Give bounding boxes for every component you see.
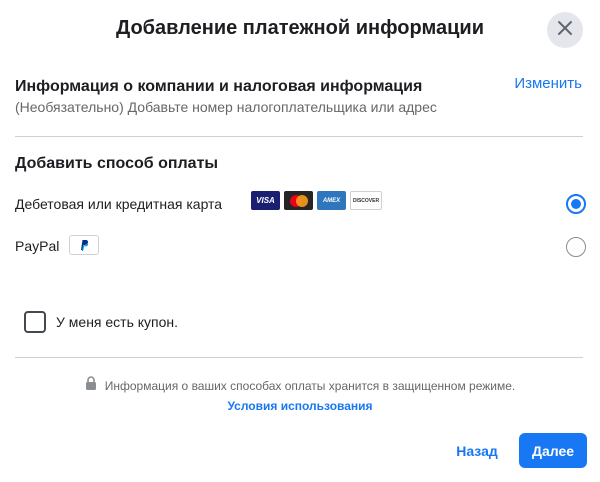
paypal-icon: [69, 235, 99, 255]
close-icon: [557, 20, 573, 41]
paypal-option-label[interactable]: PayPal: [15, 238, 59, 254]
section-divider: [15, 357, 583, 358]
visa-icon: VISA: [251, 191, 280, 210]
card-radio[interactable]: [566, 194, 586, 214]
mastercard-icon: [284, 191, 313, 210]
discover-icon: DISCOVER: [350, 191, 382, 210]
radio-selected-dot: [571, 199, 581, 209]
company-info-subtitle: (Необязательно) Добавьте номер налогопла…: [15, 99, 437, 115]
secure-text: Информация о ваших способах оплаты храни…: [104, 378, 516, 393]
paypal-radio[interactable]: [566, 237, 586, 257]
card-option-label[interactable]: Дебетовая или кредитная карта: [15, 196, 222, 212]
payment-method-title: Добавить способ оплаты: [15, 155, 219, 172]
card-logos: VISA AMEX DISCOVER: [251, 191, 382, 210]
coupon-checkbox[interactable]: [24, 311, 46, 333]
back-button[interactable]: Назад: [446, 433, 508, 468]
close-button[interactable]: [547, 12, 583, 48]
payment-dialog: Добавление платежной информации Информац…: [0, 0, 600, 482]
edit-company-link[interactable]: Изменить: [514, 75, 582, 92]
lock-icon: [85, 376, 97, 395]
amex-icon: AMEX: [317, 191, 346, 210]
next-button[interactable]: Далее: [519, 433, 587, 468]
section-divider: [15, 136, 583, 137]
company-info-title: Информация о компании и налоговая информ…: [15, 78, 423, 95]
dialog-title: Добавление платежной информации: [115, 17, 485, 39]
coupon-label[interactable]: У меня есть купон.: [56, 314, 178, 330]
terms-link[interactable]: Условия использования: [0, 399, 600, 413]
secure-notice: Информация о ваших способах оплаты храни…: [0, 376, 600, 395]
